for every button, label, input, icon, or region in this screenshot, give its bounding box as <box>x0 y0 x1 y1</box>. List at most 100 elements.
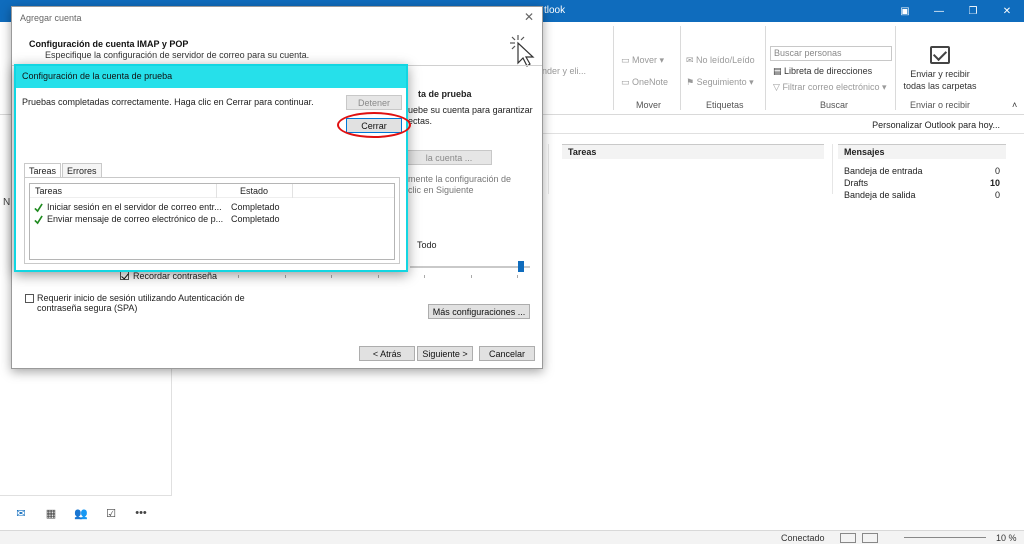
filter-icon: ▽ <box>773 82 780 92</box>
messages-header: Mensajes <box>838 145 1006 159</box>
unread-read-label: No leído/Leído <box>696 55 755 65</box>
customize-today-link[interactable]: Personalizar Outlook para hoy... <box>872 120 1000 130</box>
wizard-subheading: Especifique la configuración de servidor… <box>45 50 310 60</box>
group-separator <box>613 26 614 110</box>
close-window-icon[interactable]: ✕ <box>990 0 1024 22</box>
more-icon[interactable]: ••• <box>126 507 156 519</box>
table-row[interactable]: Enviar mensaje de correo electrónico de … <box>30 214 394 226</box>
tasks-icon[interactable]: ☑ <box>96 507 126 520</box>
column-divider <box>548 144 549 194</box>
collapse-ribbon-icon[interactable]: ˄ <box>1012 100 1017 110</box>
folder-count: 10 <box>989 178 1000 188</box>
move-group-label: Mover <box>636 100 662 110</box>
reading-view-icon[interactable] <box>862 533 878 543</box>
folder-count: 0 <box>994 190 1000 200</box>
send-receive-label: Enviar y recibir todas las carpetas <box>903 69 977 91</box>
minimize-icon[interactable]: — <box>922 0 956 22</box>
tab-tasks[interactable]: Tareas <box>24 163 62 177</box>
close-icon[interactable]: ✕ <box>524 10 534 24</box>
send-receive-group-label: Enviar o recibir <box>910 100 971 110</box>
test-account-button[interactable]: la cuenta ... <box>406 150 492 165</box>
test-section-text: ectas. <box>408 116 433 126</box>
back-button[interactable]: < Atrás <box>359 346 415 361</box>
cancel-button[interactable]: Cancelar <box>479 346 535 361</box>
column-header-tasks[interactable]: Tareas <box>35 186 62 196</box>
send-receive-all-button[interactable]: Enviar y recibir todas las carpetas <box>900 46 980 92</box>
test-result-message: Pruebas completadas correctamente. Haga … <box>22 97 314 107</box>
address-book-icon: ▤ <box>773 66 782 76</box>
group-separator <box>895 26 896 110</box>
highlight-circle <box>337 112 411 138</box>
more-settings-button[interactable]: Más configuraciones ... <box>428 304 530 319</box>
module-nav: ✉ ▦ 👥 ☑ ••• <box>0 495 172 530</box>
filter-email-button[interactable]: ▽ Filtrar correo electrónico ▾ <box>773 82 887 93</box>
search-people-input[interactable]: Buscar personas <box>770 46 892 61</box>
folder-name: Bandeja de salida <box>844 190 916 200</box>
address-book-label: Libreta de direcciones <box>784 66 873 76</box>
connection-status: Conectado <box>781 533 825 543</box>
folder-name: Bandeja de entrada <box>844 166 923 176</box>
messages-column: Mensajes Bandeja de entrada 0 Drafts 10 … <box>838 144 1006 201</box>
zoom-slider[interactable] <box>904 537 986 538</box>
restore-icon[interactable]: ❐ <box>956 0 990 22</box>
group-separator <box>680 26 681 110</box>
remember-password-checkbox[interactable] <box>120 271 129 280</box>
zoom-level: 10 % <box>996 533 1017 543</box>
check-icon <box>34 203 43 213</box>
tasks-header: Tareas <box>562 145 824 159</box>
auto-test-text: clic en Siguiente <box>408 185 474 195</box>
message-row[interactable]: Bandeja de entrada 0 <box>838 165 1006 177</box>
normal-view-icon[interactable] <box>840 533 856 543</box>
test-tabs: Tareas Errores <box>24 163 103 177</box>
folder-count: 0 <box>994 166 1000 176</box>
onenote-button[interactable]: ▭ OneNote <box>621 77 668 88</box>
task-name: Iniciar sesión en el servidor de correo … <box>47 202 222 212</box>
wizard-heading: Configuración de cuenta IMAP y POP <box>29 39 189 49</box>
task-status: Completado <box>231 202 280 212</box>
test-section-text: uebe su cuenta para garantizar <box>408 105 533 115</box>
followup-label: Seguimiento <box>696 77 747 87</box>
click-cursor-icon <box>510 35 535 67</box>
respond-fragment: onder y eli... <box>537 66 587 76</box>
group-separator <box>765 26 766 110</box>
slider-ticks <box>238 275 518 278</box>
search-group-label: Buscar <box>820 100 849 110</box>
move-button[interactable]: ▭ Mover ▾ <box>621 55 664 66</box>
spa-checkbox[interactable] <box>25 294 34 303</box>
message-row[interactable]: Drafts 10 <box>838 177 1006 189</box>
spa-label: contraseña segura (SPA) <box>37 303 138 313</box>
offline-slider-track[interactable] <box>410 266 530 268</box>
address-book-button[interactable]: ▤ Libreta de direcciones <box>773 66 872 77</box>
stop-button[interactable]: Detener <box>346 95 402 110</box>
tasks-list: Tareas Estado Iniciar sesión en el servi… <box>29 183 395 260</box>
next-button[interactable]: Siguiente > <box>417 346 473 361</box>
offline-all-label: Todo <box>417 240 437 250</box>
test-dialog-title: Configuración de la cuenta de prueba <box>16 66 406 88</box>
people-icon[interactable]: 👥 <box>66 507 96 520</box>
filter-email-label: Filtrar correo electrónico <box>782 82 880 92</box>
calendar-icon[interactable]: ▦ <box>36 507 66 520</box>
dialog-title: Agregar cuenta <box>20 13 82 23</box>
message-row[interactable]: Bandeja de salida 0 <box>838 189 1006 201</box>
tasks-list-header: Tareas Estado <box>30 184 394 198</box>
column-header-status[interactable]: Estado <box>240 186 268 196</box>
check-icon <box>34 215 43 225</box>
today-toolbar: Personalizar Outlook para hoy... <box>540 116 1024 134</box>
send-receive-icon <box>930 46 950 64</box>
unread-read-button[interactable]: ✉ No leído/Leído <box>686 55 755 66</box>
folder-name: Drafts <box>844 178 869 188</box>
test-account-dialog: Configuración de la cuenta de prueba Pru… <box>14 64 408 272</box>
move-label: Mover <box>632 55 658 65</box>
offline-slider-thumb[interactable] <box>518 261 524 272</box>
tab-errors[interactable]: Errores <box>62 163 102 177</box>
followup-button[interactable]: ⚑ Seguimiento ▾ <box>686 77 754 88</box>
column-divider <box>216 184 217 198</box>
ribbon-display-icon[interactable]: ▣ <box>888 0 922 22</box>
folder-pane-letter: N <box>3 197 11 208</box>
status-bar: Conectado 10 % <box>0 530 1024 544</box>
task-status: Completado <box>231 214 280 224</box>
view-buttons <box>840 533 878 543</box>
test-section-heading: ta de prueba <box>418 89 472 99</box>
mail-icon[interactable]: ✉ <box>6 507 36 520</box>
table-row[interactable]: Iniciar sesión en el servidor de correo … <box>30 202 394 214</box>
